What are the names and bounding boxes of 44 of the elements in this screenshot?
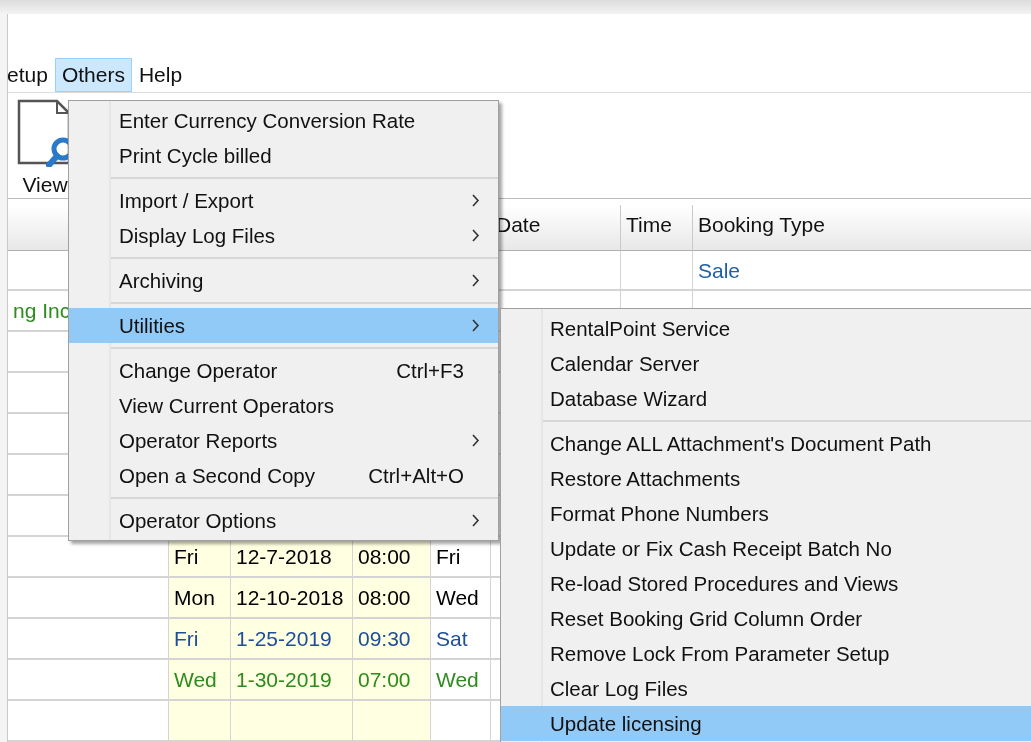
menu-item[interactable]: Print Cycle billed (69, 138, 498, 173)
table-cell: 1-25-2019 (231, 619, 353, 660)
menu-item[interactable]: Calendar Server (501, 346, 1031, 381)
menu-item[interactable]: Restore Attachments (501, 461, 1031, 496)
menu-item[interactable]: Format Phone Numbers (501, 496, 1031, 531)
table-cell: Mon (169, 578, 231, 619)
chevron-right-icon (472, 434, 480, 447)
menu-item[interactable]: View Current Operators (69, 388, 498, 423)
menu-title[interactable]: Help (131, 57, 190, 93)
table-cell: Sat (431, 619, 491, 660)
table-cell (621, 251, 693, 291)
table-cell: 08:00 (353, 578, 431, 619)
table-cell: 1-30-2019 (231, 660, 353, 701)
chevron-right-icon (472, 319, 480, 332)
table-cell: 07:00 (353, 660, 431, 701)
menu-item[interactable]: Change Operator Ctrl+F3 (69, 353, 498, 388)
menu-item[interactable]: Remove Lock From Parameter Setup (501, 636, 1031, 671)
chevron-right-icon (472, 274, 480, 287)
menu-item[interactable]: Database Wizard (501, 381, 1031, 416)
menu-item[interactable]: Operator Options (69, 503, 498, 538)
table-cell: Fri (169, 619, 231, 660)
chevron-right-icon (472, 194, 480, 207)
menu-title[interactable]: etup (0, 57, 55, 93)
menu-item[interactable]: Enter Currency Conversion Rate (69, 103, 498, 138)
menu-item[interactable]: Operator Reports (69, 423, 498, 458)
menu-item[interactable]: Update or Fix Cash Receipt Batch No (501, 531, 1031, 566)
menu-item[interactable]: Utilities (69, 308, 498, 343)
table-cell: Wed (431, 660, 491, 701)
menu-item[interactable]: Open a Second Copy Ctrl+Alt+O (69, 458, 498, 493)
menu-item[interactable]: RentalPoint Service (501, 311, 1031, 346)
menu-title[interactable]: Others (54, 57, 132, 93)
table-cell: 12-10-2018 (231, 578, 353, 619)
table-cell (169, 701, 231, 742)
table-cell: Wed (169, 660, 231, 701)
chevron-right-icon (472, 514, 480, 527)
menu-item[interactable]: Change ALL Attachment's Document Path (501, 426, 1031, 461)
column-header[interactable]: Time (621, 205, 693, 251)
menu-item[interactable]: Reset Booking Grid Column Order (501, 601, 1031, 636)
menu-item[interactable]: Clear Log Files (501, 671, 1031, 706)
table-cell: 09:30 (353, 619, 431, 660)
menu-item[interactable]: Re-load Stored Procedures and Views (501, 566, 1031, 601)
table-cell: Wed (431, 578, 491, 619)
chevron-right-icon (472, 229, 480, 242)
menu-item[interactable]: Update licensing (501, 706, 1031, 741)
